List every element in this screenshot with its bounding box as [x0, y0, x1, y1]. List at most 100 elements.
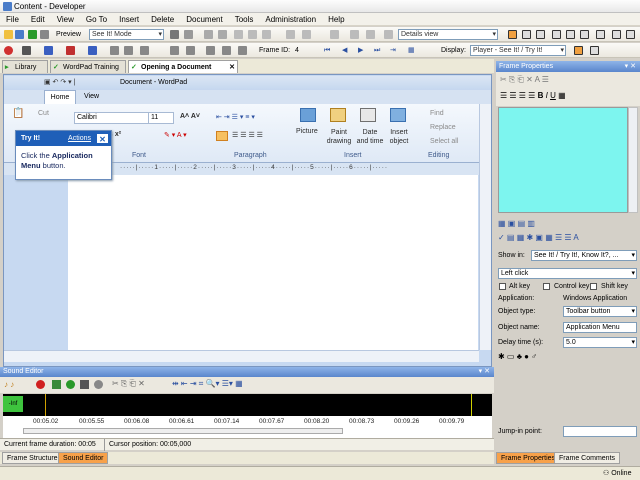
- next-frame-icon[interactable]: ▶: [358, 45, 363, 56]
- bubble-actions-link[interactable]: Actions: [68, 131, 91, 146]
- tab-frame-comments[interactable]: Frame Comments: [554, 452, 621, 464]
- sound-tools-icon[interactable]: ♪ ♪: [4, 380, 14, 389]
- find-icon[interactable]: [218, 30, 227, 39]
- layout1-icon[interactable]: [508, 30, 517, 39]
- align-icons[interactable]: ☰ ☰ ☰ ☰: [232, 131, 263, 139]
- date-time-icon[interactable]: [360, 108, 376, 122]
- layout4-icon[interactable]: [552, 30, 561, 39]
- action-select[interactable]: Left click: [498, 268, 637, 279]
- waveform[interactable]: -Inf: [3, 394, 492, 416]
- jump-icon[interactable]: ⇥: [390, 45, 396, 56]
- tab-library[interactable]: ▸ Library: [2, 60, 48, 73]
- align-left-icon[interactable]: [216, 131, 228, 141]
- close-tab-icon[interactable]: ✕: [229, 61, 235, 74]
- picture-button[interactable]: Picture: [296, 128, 322, 135]
- object-name-input[interactable]: Application Menu: [563, 322, 637, 333]
- copy-icon[interactable]: [170, 30, 179, 39]
- preview-scrollbar[interactable]: [628, 107, 638, 213]
- sound-scrollbar[interactable]: [23, 428, 343, 434]
- font-name-select[interactable]: Calibri: [74, 112, 150, 124]
- tool12-icon[interactable]: [222, 46, 231, 55]
- tool13-icon[interactable]: [238, 46, 247, 55]
- object-type-select[interactable]: Toolbar button: [563, 306, 637, 317]
- grow-font-icon[interactable]: A˄ A˅: [180, 113, 200, 120]
- alt-key-checkbox[interactable]: [499, 283, 506, 290]
- marker-icon[interactable]: [66, 46, 75, 55]
- date-time-button[interactable]: Date and time: [356, 128, 384, 146]
- layout5-icon[interactable]: [566, 30, 575, 39]
- tab-frame-properties[interactable]: Frame Properties: [496, 452, 561, 464]
- delay-select[interactable]: 5.0: [563, 337, 637, 348]
- pin-icon[interactable]: ▾ ✕: [479, 367, 490, 377]
- menu-tools[interactable]: Tools: [229, 13, 260, 26]
- picture-icon[interactable]: [300, 108, 316, 122]
- layout2-icon[interactable]: [522, 30, 531, 39]
- insert-object-icon[interactable]: [390, 108, 406, 122]
- shift-key-checkbox[interactable]: [590, 283, 597, 290]
- format-icons[interactable]: ☰ ☰ ☰ ☰ B I U ▦: [500, 91, 566, 100]
- paint-drawing-button[interactable]: Paint drawing: [324, 128, 354, 146]
- menu-file[interactable]: File: [0, 13, 25, 26]
- mode-select[interactable]: See It! Mode: [89, 29, 164, 40]
- move-icon[interactable]: [40, 30, 49, 39]
- tab-frame-structure[interactable]: Frame Structure: [2, 452, 63, 464]
- vertical-scrollbar[interactable]: [479, 104, 491, 350]
- document-area[interactable]: [68, 175, 478, 350]
- font-size-select[interactable]: 11: [148, 112, 174, 124]
- menu-view[interactable]: View: [51, 13, 80, 26]
- frame-tool-icons[interactable]: ▦ ▣ ▤ ▥: [498, 219, 535, 228]
- tool-icon[interactable]: [302, 30, 311, 39]
- bubble-text-editor[interactable]: [498, 107, 628, 213]
- sound-action-icons[interactable]: ✱ ▭ ♣ ● ♂: [498, 352, 537, 361]
- close-icon[interactable]: ✕: [96, 133, 109, 144]
- display-opt1-icon[interactable]: [574, 46, 583, 55]
- jump-in-input[interactable]: [563, 426, 637, 437]
- frame-view-icons[interactable]: ✓ ▤ ▦ ✱ ▣ ▦ ☰ ☰ A: [498, 233, 579, 242]
- insert-object-button[interactable]: Insert object: [386, 128, 412, 146]
- redo-icon[interactable]: [262, 30, 271, 39]
- view-select[interactable]: Details view: [398, 29, 498, 40]
- import-icon[interactable]: [52, 380, 61, 389]
- tool6-icon[interactable]: [110, 46, 119, 55]
- record-icon[interactable]: [4, 46, 13, 55]
- tool7-icon[interactable]: [124, 46, 133, 55]
- range-tools-icons[interactable]: ⇹ ⇤ ⇥ ⌗ 🔍▾ ☰▾ ▦: [172, 379, 243, 389]
- display-select[interactable]: Player - See It! / Try It!: [470, 45, 566, 56]
- preview-button[interactable]: Preview: [56, 29, 81, 40]
- find-button[interactable]: Find: [430, 110, 444, 117]
- tool3-icon[interactable]: [350, 30, 359, 39]
- save-icon[interactable]: [15, 30, 24, 39]
- capture-icon[interactable]: [22, 46, 31, 55]
- layout6-icon[interactable]: [580, 30, 589, 39]
- delete-icon[interactable]: [234, 30, 243, 39]
- menu-document[interactable]: Document: [180, 13, 228, 26]
- edit-tools-icons[interactable]: ✂ ⎘ ⎗ ✕: [112, 379, 145, 389]
- tab-wordpad-training[interactable]: ✓ WordPad Training: [50, 60, 126, 73]
- layout3-icon[interactable]: [536, 30, 545, 39]
- font-color-icon[interactable]: ✎ ▾ A ▾: [164, 131, 187, 139]
- tool2-icon[interactable]: [330, 30, 339, 39]
- display-opt2-icon[interactable]: [590, 46, 599, 55]
- menu-insert[interactable]: Insert: [113, 13, 145, 26]
- cut-button[interactable]: Cut: [38, 110, 49, 117]
- menu-goto[interactable]: Go To: [80, 13, 113, 26]
- pointer-icon[interactable]: [88, 46, 97, 55]
- menu-edit[interactable]: Edit: [25, 13, 51, 26]
- ribbon-tab-view[interactable]: View: [84, 90, 99, 104]
- new-icon[interactable]: [4, 30, 13, 39]
- check-icon[interactable]: [28, 30, 37, 39]
- tool5-icon[interactable]: [384, 30, 393, 39]
- replace-button[interactable]: Replace: [430, 124, 456, 131]
- cut-icon[interactable]: [286, 30, 295, 39]
- select-all-button[interactable]: Select all: [430, 138, 458, 145]
- stop-icon[interactable]: [94, 380, 103, 389]
- horizontal-scrollbar[interactable]: [4, 350, 479, 362]
- tool10-icon[interactable]: [186, 46, 195, 55]
- pause-icon[interactable]: [80, 380, 89, 389]
- play-icon[interactable]: [66, 380, 75, 389]
- layout8-icon[interactable]: [612, 30, 621, 39]
- tab-sound-editor[interactable]: Sound Editor: [58, 452, 109, 464]
- tool9-icon[interactable]: [170, 46, 179, 55]
- tool11-icon[interactable]: [206, 46, 215, 55]
- edit-icons[interactable]: ✂ ⎘ ⎗ ✕ A ☰: [500, 75, 549, 85]
